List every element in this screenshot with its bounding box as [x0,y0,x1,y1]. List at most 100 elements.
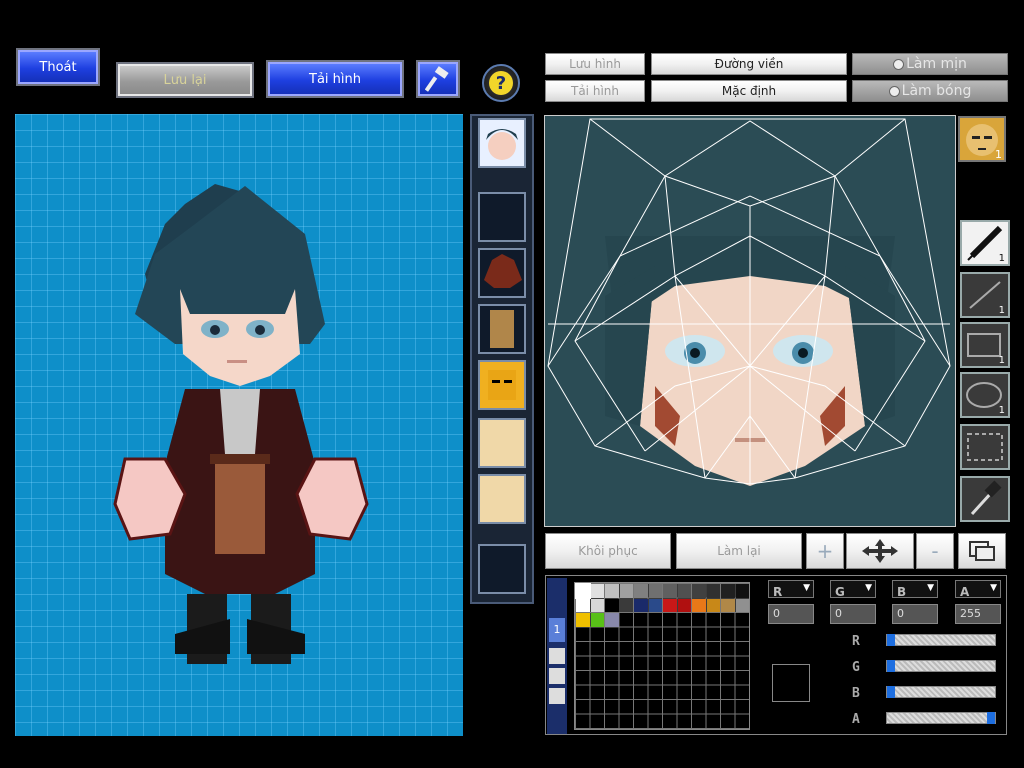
layers-button[interactable] [958,533,1006,569]
part-slot-face-yellow[interactable] [478,360,526,410]
r-dropdown-icon: ▼ [803,583,810,593]
palette-swatch[interactable] [721,584,735,598]
line-tool[interactable]: 1 [960,272,1010,318]
b-slider-label: B [852,686,860,701]
part-slot-body[interactable] [478,304,526,354]
reload-button[interactable]: Tải hình [266,60,404,98]
palette-swatch[interactable] [663,584,677,598]
palette-swatch[interactable] [677,598,691,612]
part-slot-face-base-1[interactable] [478,418,526,468]
palette-swatch[interactable] [576,598,590,612]
a-channel-header[interactable]: A ▼ [955,580,1001,599]
rectangle-count: 1 [998,355,1005,366]
g-slider[interactable] [886,660,996,672]
eyedropper-tool[interactable] [960,476,1010,522]
move-arrows-icon [862,539,898,563]
restore-label: Khôi phục [578,544,638,558]
palette-swatch[interactable] [706,584,720,598]
palette-swatch[interactable] [692,584,706,598]
b-value-field[interactable]: 0 [892,604,938,624]
outline-button[interactable]: Đường viền [651,53,847,75]
palette-swatch[interactable] [590,613,604,627]
palette-swatch[interactable] [634,584,648,598]
layer-tab-1[interactable]: 1 [549,618,565,642]
default-button[interactable]: Mặc định [651,80,847,102]
hair-thumbnail-icon [484,254,522,288]
a-slider[interactable] [886,712,996,724]
save-label: Lưu lại [163,72,207,88]
a-value-field[interactable]: 255 [955,604,1001,624]
palette-swatch[interactable] [721,598,735,612]
g-value-field[interactable]: 0 [830,604,876,624]
help-icon: ? [489,71,513,95]
palette-swatch[interactable] [648,598,662,612]
smooth-radio[interactable] [893,58,905,70]
palette-swatch[interactable] [605,584,619,598]
shade-option[interactable]: Làm bóng [852,80,1008,102]
face-layer-thumbnail[interactable]: 1 [958,116,1006,162]
b-channel-header[interactable]: B ▼ [892,580,938,599]
reload-image-button[interactable]: Tải hình [545,80,645,102]
r-slider-knob[interactable] [887,634,895,646]
palette-swatch[interactable] [605,598,619,612]
r-value-field[interactable]: 0 [768,604,814,624]
hammer-button[interactable] [416,60,460,98]
palette-swatch[interactable] [590,584,604,598]
shade-radio[interactable] [888,85,900,97]
save-button[interactable]: Lưu lại [116,62,254,98]
ellipse-tool[interactable]: 1 [960,372,1010,418]
layer-strip: 1 [547,578,567,734]
palette-swatch[interactable] [735,598,749,612]
face-edit-canvas[interactable] [544,115,956,527]
palette-swatch[interactable] [663,598,677,612]
selection-tool[interactable] [960,424,1010,470]
g-slider-knob[interactable] [887,660,895,672]
palette-swatch[interactable] [619,598,633,612]
part-slot-hair[interactable] [478,248,526,298]
palette-swatch[interactable] [576,613,590,627]
b-slider-knob[interactable] [887,686,895,698]
layer-tab-2[interactable] [549,648,565,664]
palette-swatch[interactable] [706,598,720,612]
palette-swatch[interactable] [605,613,619,627]
layer-tab-3[interactable] [549,668,565,684]
reload-label: Tải hình [309,71,361,87]
help-button[interactable]: ? [482,64,520,102]
face-layer-count: 1 [995,148,1002,161]
r-channel-header[interactable]: R ▼ [768,580,814,599]
pen-tool[interactable]: 1 [960,220,1010,266]
palette-swatch[interactable] [677,584,691,598]
redo-button[interactable]: Làm lại [676,533,802,569]
part-slot-face-preview[interactable] [478,118,526,168]
zoom-in-button[interactable]: + [806,533,844,569]
color-palette-grid[interactable] [574,582,750,730]
part-slot-empty-2[interactable] [478,544,526,594]
a-slider-knob[interactable] [987,712,995,724]
rectangle-tool[interactable]: 1 [960,322,1010,368]
save-image-button[interactable]: Lưu hình [545,53,645,75]
ellipse-count: 1 [998,405,1005,416]
palette-swatch[interactable] [575,583,591,599]
r-slider-label: R [852,634,860,649]
exit-button[interactable]: Thoát [16,48,100,86]
palette-swatch[interactable] [619,584,633,598]
r-slider[interactable] [886,634,996,646]
palette-swatch[interactable] [648,584,662,598]
character-figure [113,184,369,664]
move-button[interactable] [846,533,914,569]
g-channel-header[interactable]: G ▼ [830,580,876,599]
palette-swatch[interactable] [590,598,604,612]
part-slot-empty-1[interactable] [478,192,526,242]
palette-swatch[interactable] [735,584,749,598]
palette-swatch[interactable] [692,598,706,612]
restore-button[interactable]: Khôi phục [545,533,671,569]
part-slot-face-base-2[interactable] [478,474,526,524]
palette-swatch[interactable] [634,598,648,612]
default-label: Mặc định [721,84,777,98]
zoom-out-icon: - [931,539,939,563]
hammer-icon [425,66,449,92]
smooth-option[interactable]: Làm mịn [852,53,1008,75]
b-slider[interactable] [886,686,996,698]
layer-tab-4[interactable] [549,688,565,704]
zoom-out-button[interactable]: - [916,533,954,569]
